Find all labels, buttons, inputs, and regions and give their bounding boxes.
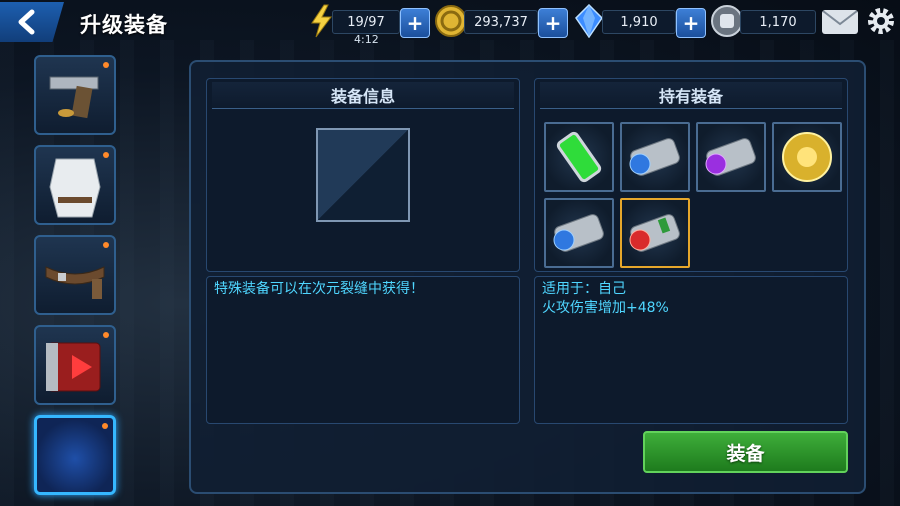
- back-arrow-icon: [18, 9, 35, 35]
- notice-dot: [103, 152, 109, 158]
- mail-button[interactable]: [822, 10, 858, 34]
- effect-text: 火攻伤害增加+48%: [542, 300, 669, 316]
- applies-to-text: 适用于：自己: [542, 281, 626, 297]
- notice-dot: [103, 332, 109, 338]
- red-device-icon: [46, 342, 101, 392]
- notice-dot: [103, 242, 109, 248]
- owned-item-1[interactable]: [544, 122, 614, 192]
- crystals-value: 1,910: [602, 10, 676, 34]
- gold-orb-icon: [782, 132, 832, 182]
- blue-capsule-icon: [629, 138, 680, 176]
- equip-tab-special[interactable]: [34, 415, 116, 495]
- green-capsule-icon: [556, 131, 602, 183]
- armor-suit-icon: [49, 158, 101, 218]
- owned-equip-title: 持有装备: [540, 82, 842, 109]
- owned-item-5[interactable]: [544, 198, 614, 268]
- pistol-icon: [49, 76, 99, 119]
- mail-icon: [822, 10, 858, 26]
- owned-item-2[interactable]: [620, 122, 690, 192]
- owned-item-3[interactable]: [696, 122, 766, 192]
- red-capsule-icon: [629, 214, 680, 252]
- add-gold-button[interactable]: +: [538, 8, 568, 38]
- gold-value: 293,737: [464, 10, 538, 34]
- purple-capsule-icon: [705, 138, 756, 176]
- top-bar: 升级装备 19/97 4:12 + 293,737 + 1,910 + 1,17…: [0, 0, 900, 46]
- page-title: 升级装备: [80, 13, 168, 37]
- equip-tab-belt[interactable]: [34, 235, 116, 315]
- owned-item-6-selected[interactable]: [620, 198, 690, 268]
- energy-value: 19/97: [332, 10, 400, 34]
- equip-tab-device[interactable]: [34, 325, 116, 405]
- gear-icon[interactable]: [866, 6, 896, 36]
- tokens-value: 1,170: [740, 10, 816, 34]
- notice-dot: [103, 62, 109, 68]
- gold-coin-icon: [435, 5, 467, 37]
- equip-tab-armor[interactable]: [34, 145, 116, 225]
- equip-info-slot: [316, 128, 410, 222]
- add-energy-button[interactable]: +: [400, 8, 430, 38]
- equip-button[interactable]: 装备: [643, 431, 848, 473]
- add-crystals-button[interactable]: +: [676, 8, 706, 38]
- back-button[interactable]: [0, 2, 64, 42]
- equip-hint-text: 特殊装备可以在次元裂缝中获得！: [214, 281, 424, 297]
- equip-tab-weapon[interactable]: [34, 55, 116, 135]
- equip-info-title: 装备信息: [212, 82, 514, 109]
- blue-crystal-icon: [575, 4, 603, 38]
- owned-item-4[interactable]: [772, 122, 842, 192]
- notice-dot: [102, 423, 108, 429]
- fist-token-icon: [711, 5, 743, 37]
- blue-capsule-icon: [553, 214, 604, 252]
- energy-timer: 4:12: [354, 33, 379, 46]
- belt-icon: [45, 266, 105, 299]
